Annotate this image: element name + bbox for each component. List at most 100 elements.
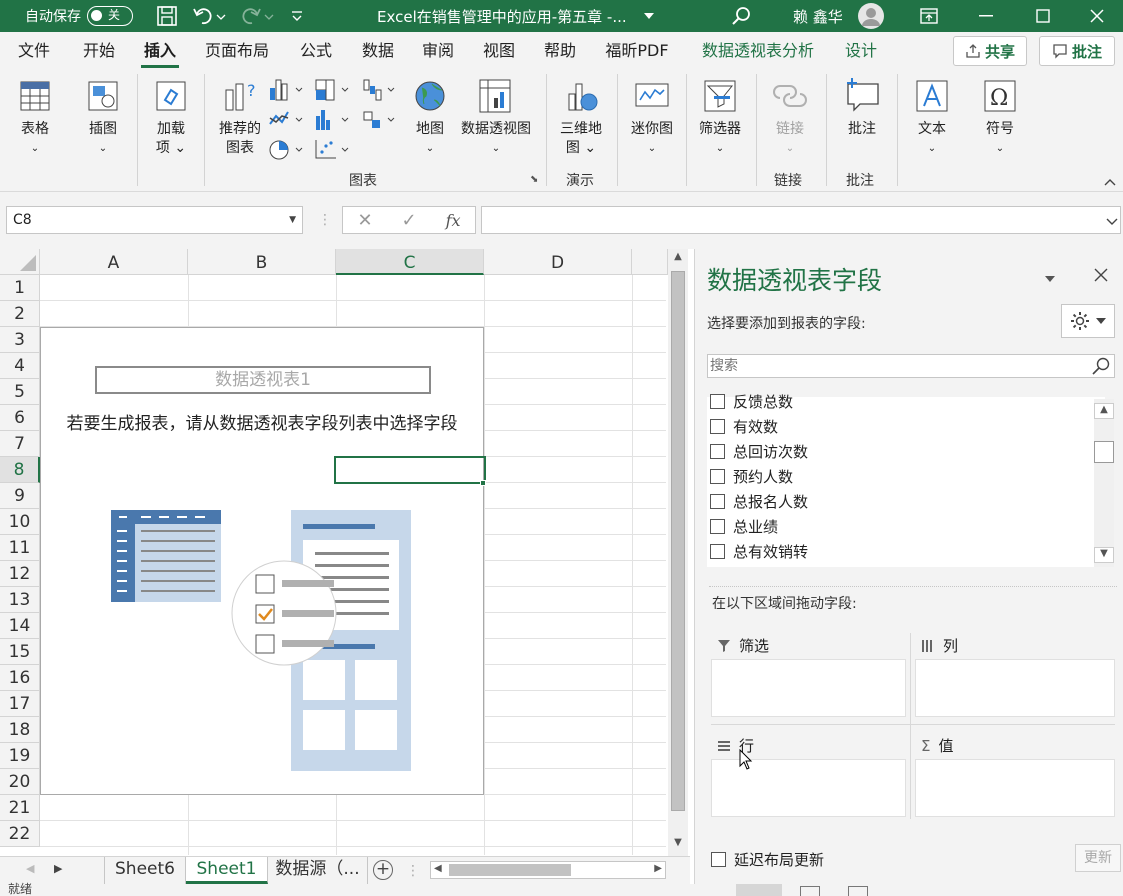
row-header-21[interactable]: 21: [0, 795, 40, 821]
scroll-right-icon[interactable]: ▶: [654, 863, 662, 874]
title-dropdown-icon[interactable]: [644, 0, 654, 32]
row-header-10[interactable]: 10: [0, 509, 40, 535]
defer-update-checkbox[interactable]: 延迟布局更新: [711, 849, 824, 870]
filters-drop-area[interactable]: [711, 659, 906, 717]
formula-input[interactable]: [481, 206, 1121, 234]
cancel-icon[interactable]: ✕: [357, 210, 372, 231]
enter-icon[interactable]: ✓: [402, 210, 417, 231]
row-header-11[interactable]: 11: [0, 535, 40, 561]
table-button[interactable]: 表格 ⌄: [8, 70, 62, 158]
field-checkbox[interactable]: [710, 544, 725, 559]
sheet-tab-sheet1[interactable]: Sheet1: [186, 857, 268, 884]
search-icon[interactable]: [731, 0, 751, 32]
tab-review[interactable]: 审阅: [412, 32, 464, 70]
field-item-feedback-total[interactable]: 反馈总数: [710, 389, 793, 414]
column-header-b[interactable]: B: [188, 249, 336, 275]
field-item-total-performance[interactable]: 总业绩: [710, 514, 778, 539]
update-button[interactable]: 更新: [1075, 844, 1121, 872]
recommended-charts-button[interactable]: ? 推荐的 图表: [213, 70, 267, 158]
field-checkbox[interactable]: [710, 494, 725, 509]
share-button[interactable]: 共享: [953, 36, 1027, 66]
column-header-a[interactable]: A: [40, 249, 188, 275]
field-item-total-revisits[interactable]: 总回访次数: [710, 439, 808, 464]
tab-home[interactable]: 开始: [73, 32, 125, 70]
row-header-18[interactable]: 18: [0, 717, 40, 743]
field-checkbox[interactable]: [710, 519, 725, 534]
field-item-total-conversions[interactable]: 总有效销转: [710, 539, 808, 564]
field-scroll-thumb[interactable]: [1094, 441, 1114, 463]
active-cell-c8[interactable]: [334, 456, 486, 484]
column-header-d[interactable]: D: [484, 249, 632, 275]
select-all-corner[interactable]: [0, 249, 40, 275]
row-header-12[interactable]: 12: [0, 561, 40, 587]
row-header-9[interactable]: 9: [0, 483, 40, 509]
tab-splitter-icon[interactable]: ⋮: [406, 863, 420, 879]
comments-button[interactable]: 批注: [1039, 36, 1115, 66]
normal-view-button[interactable]: [736, 884, 782, 896]
customize-qat-icon[interactable]: [290, 0, 304, 32]
scroll-down-icon[interactable]: ▼: [668, 837, 688, 853]
pivot-table-placeholder[interactable]: 数据透视表1 若要生成报表，请从数据透视表字段列表中选择字段: [40, 327, 484, 795]
row-header-17[interactable]: 17: [0, 691, 40, 717]
autosave-toggle[interactable]: 关: [87, 6, 133, 26]
row-header-8[interactable]: 8: [0, 457, 40, 483]
maximize-icon[interactable]: [1014, 0, 1072, 32]
link-button[interactable]: 链接 ⌄: [762, 70, 818, 158]
field-item-total-enrollments[interactable]: 总报名人数: [710, 489, 808, 514]
avatar[interactable]: [857, 0, 885, 32]
text-button[interactable]: 文本 ⌄: [906, 70, 958, 158]
field-item-valid-count[interactable]: 有效数: [710, 414, 778, 439]
illustrations-button[interactable]: 插图 ⌄: [76, 70, 130, 158]
fill-handle[interactable]: [480, 480, 486, 486]
tab-design[interactable]: 设计: [838, 32, 884, 70]
sheet-tab-datasource[interactable]: 数据源（...: [268, 857, 368, 884]
tab-data[interactable]: 数据: [352, 32, 404, 70]
tab-insert[interactable]: 插入: [141, 32, 179, 70]
worksheet-grid[interactable]: A B C D 1 2 3 4 5 6 7 8 9 10 11 12 13 14 15 16 17 18 19 20 2…: [0, 249, 690, 856]
tab-view[interactable]: 视图: [473, 32, 525, 70]
row-header-22[interactable]: 22: [0, 821, 40, 847]
field-checkbox[interactable]: [710, 419, 725, 434]
defer-checkbox[interactable]: [711, 852, 726, 867]
add-sheet-icon[interactable]: +: [373, 860, 393, 880]
row-header-2[interactable]: 2: [0, 301, 40, 327]
row-header-7[interactable]: 7: [0, 431, 40, 457]
field-search-input[interactable]: [708, 355, 1078, 377]
row-header-6[interactable]: 6: [0, 405, 40, 431]
page-layout-view-button[interactable]: [800, 886, 820, 896]
dialog-launcher-icon[interactable]: ⬊: [530, 174, 538, 185]
column-header-e[interactable]: [632, 249, 668, 275]
vertical-scroll-thumb[interactable]: [671, 271, 685, 811]
minimize-icon[interactable]: [957, 0, 1015, 32]
columns-drop-area[interactable]: [915, 659, 1115, 717]
pane-options-icon[interactable]: [1044, 271, 1056, 287]
field-scroll-up-icon[interactable]: ▲: [1094, 403, 1114, 419]
field-list-scrollbar[interactable]: ▲ ▼: [1094, 399, 1114, 567]
row-header-15[interactable]: 15: [0, 639, 40, 665]
prev-sheet-icon[interactable]: ◀: [26, 862, 34, 875]
row-header-1[interactable]: 1: [0, 275, 40, 301]
field-scroll-down-icon[interactable]: ▼: [1094, 547, 1114, 563]
maps-button[interactable]: 地图 ⌄: [410, 70, 450, 158]
horizontal-scroll-thumb[interactable]: [449, 864, 571, 876]
field-checkbox[interactable]: [710, 394, 725, 409]
scroll-up-icon[interactable]: ▲: [668, 251, 688, 267]
tab-formulas[interactable]: 公式: [290, 32, 342, 70]
row-header-14[interactable]: 14: [0, 613, 40, 639]
addins-button[interactable]: 加载项 ⌄: [144, 70, 198, 158]
tab-foxit-pdf[interactable]: 福昕PDF: [600, 32, 674, 70]
insert-function-button[interactable]: fx: [446, 211, 461, 230]
tab-page-layout[interactable]: 页面布局: [198, 32, 276, 70]
row-header-19[interactable]: 19: [0, 743, 40, 769]
tab-pivot-analyze[interactable]: 数据透视表分析: [693, 32, 823, 70]
row-header-16[interactable]: 16: [0, 665, 40, 691]
slicer-button[interactable]: 筛选器 ⌄: [692, 70, 748, 158]
tab-help[interactable]: 帮助: [534, 32, 586, 70]
save-icon[interactable]: [156, 0, 178, 32]
name-box[interactable]: C8 ▼: [6, 206, 303, 234]
next-sheet-icon[interactable]: ▶: [54, 862, 62, 875]
splitter-handle-icon[interactable]: ⋮: [318, 212, 332, 228]
row-header-13[interactable]: 13: [0, 587, 40, 613]
row-header-5[interactable]: 5: [0, 379, 40, 405]
close-pane-icon[interactable]: [1094, 268, 1108, 286]
